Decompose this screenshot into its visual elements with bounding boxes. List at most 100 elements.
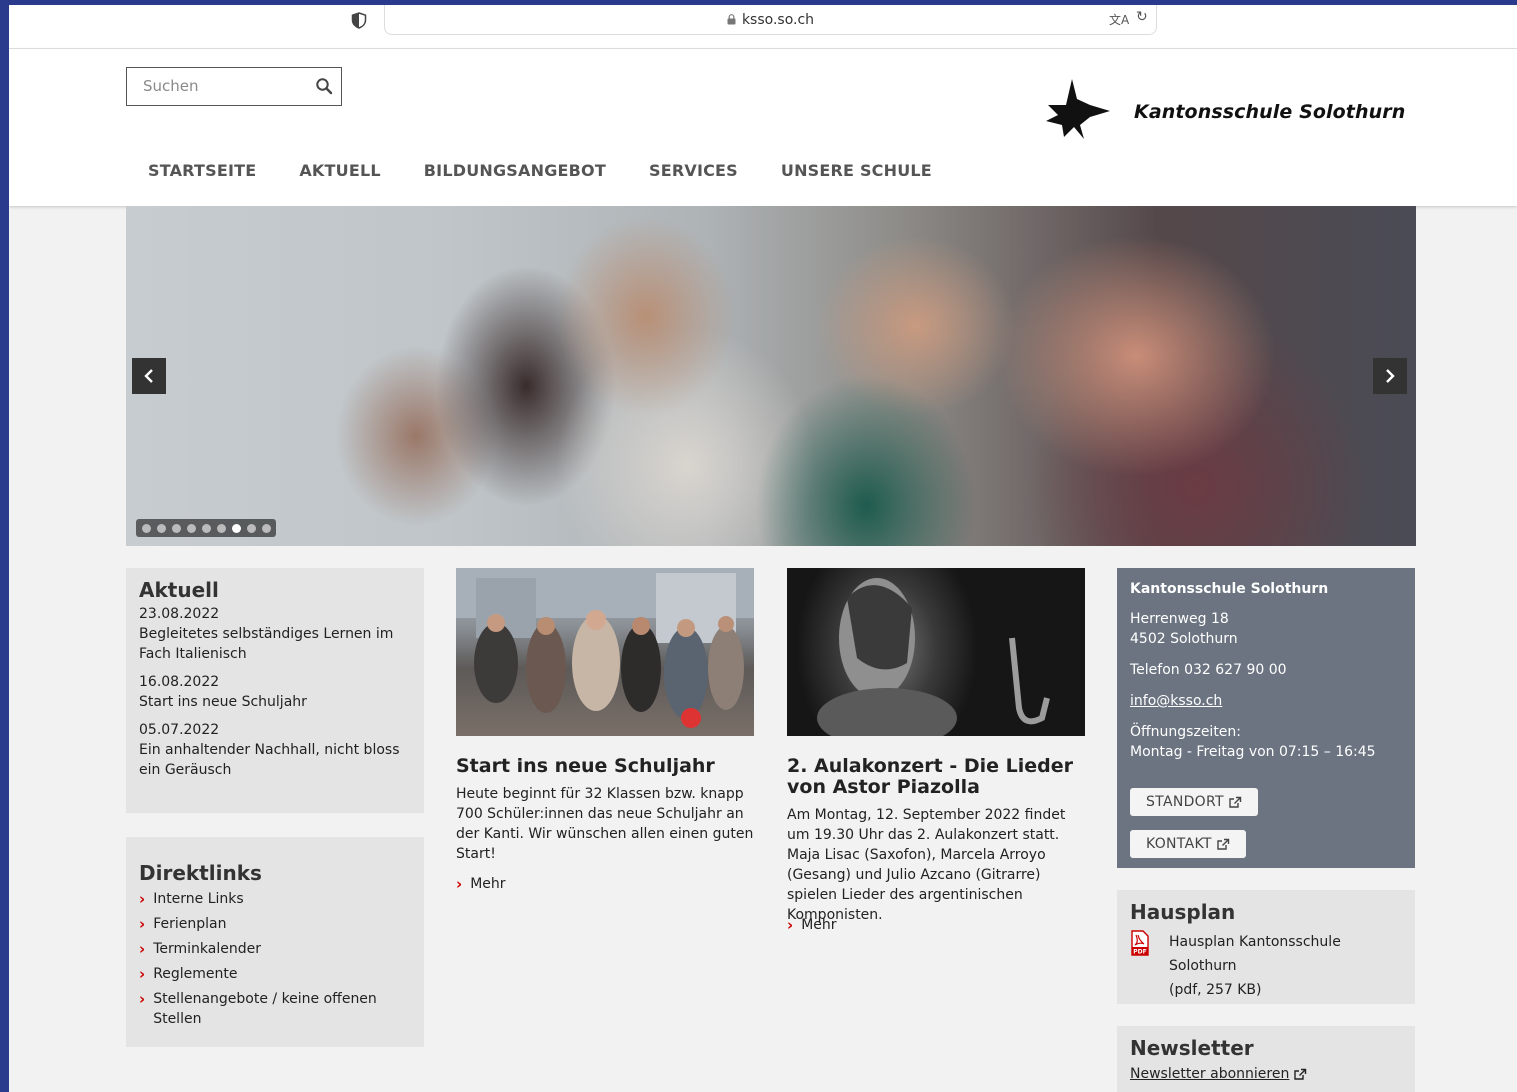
nav-startseite[interactable]: STARTSEITE	[148, 161, 256, 180]
aktuell-title: Aktuell	[139, 578, 219, 602]
students-photo	[456, 568, 754, 728]
site-header: Kantonsschule Solothurn STARTSEITE AKTUE…	[9, 49, 1517, 206]
url-display[interactable]: ksso.so.ch	[385, 12, 1156, 28]
direktlinks-box: Direktlinks › Interne Links › Ferienplan ›…	[126, 837, 424, 1047]
mehr-link-schuljahr[interactable]: › Mehr	[456, 874, 506, 894]
search-box	[126, 67, 342, 106]
school-name[interactable]: Kantonsschule Solothurn	[1134, 101, 1405, 123]
news-link[interactable]: Start ins neue Schuljahr	[139, 692, 411, 712]
nav-unsere-schule[interactable]: UNSERE SCHULE	[781, 161, 932, 180]
slider-dots	[136, 519, 276, 537]
privacy-shield-icon[interactable]	[351, 12, 367, 29]
search-input[interactable]	[143, 77, 293, 95]
hausplan-box: Hausplan PDF Hausplan Kantonsschule Solo…	[1117, 890, 1415, 1004]
slider-dot[interactable]	[142, 523, 151, 533]
slider-dot[interactable]	[172, 523, 181, 533]
nav-bildungsangebot[interactable]: BILDUNGSANGEBOT	[424, 161, 606, 180]
hausplan-link[interactable]: PDF Hausplan Kantonsschule Solothurn (pd…	[1130, 930, 1402, 1002]
mehr-label: Mehr	[470, 876, 506, 892]
kontakt-button[interactable]: KONTAKT	[1130, 830, 1246, 858]
newsletter-link-label: Newsletter abonnieren	[1130, 1066, 1290, 1082]
external-link-icon	[1294, 1068, 1307, 1080]
news-date: 16.08.2022	[139, 674, 220, 690]
slider-dot[interactable]	[262, 523, 271, 533]
opening-hours-label: Öffnungszeiten:	[1130, 724, 1242, 740]
teaser-image-schuljahr[interactable]	[456, 568, 754, 736]
newsletter-box: Newsletter Newsletter abonnieren	[1117, 1026, 1415, 1092]
reload-icon[interactable]: ↻	[1136, 9, 1148, 25]
slider-dot[interactable]	[187, 523, 196, 533]
direktlinks-title: Direktlinks	[139, 861, 262, 885]
browser-toolbar: ksso.so.ch 文A ↻	[9, 5, 1517, 49]
direktlink-reglemente[interactable]: › Reglemente	[139, 964, 411, 984]
external-link-icon	[1229, 796, 1242, 808]
chevron-right-icon: ›	[787, 916, 794, 934]
slider-next-button[interactable]	[1373, 358, 1407, 394]
hausplan-meta: (pdf, 257 KB)	[1169, 982, 1262, 998]
chevron-right-icon: ›	[139, 890, 146, 908]
contact-phone: Telefon 032 627 90 00	[1130, 662, 1287, 678]
pdf-icon: PDF	[1131, 930, 1149, 956]
news-item[interactable]: 16.08.2022 Start ins neue Schuljahr	[139, 672, 411, 712]
slider-dot[interactable]	[247, 523, 256, 533]
browser-window: ksso.so.ch 文A ↻ Kantonsschule Solothurn …	[9, 5, 1517, 1092]
news-link[interactable]: Begleitetes selbständiges Lernen im Fach…	[139, 624, 411, 664]
slider-dot[interactable]	[157, 523, 166, 533]
chevron-right-icon: ›	[456, 875, 463, 893]
teaser-image-aulakonzert[interactable]	[787, 568, 1085, 736]
search-icon[interactable]	[315, 77, 333, 95]
news-item[interactable]: 23.08.2022 Begleitetes selbständiges Ler…	[139, 604, 411, 664]
translate-icon[interactable]: 文A	[1109, 11, 1129, 28]
standort-label: STANDORT	[1146, 794, 1224, 810]
opening-hours: Montag - Freitag von 07:15 – 16:45	[1130, 744, 1376, 760]
chevron-right-icon	[1386, 369, 1395, 383]
chevron-left-icon	[144, 369, 153, 383]
musician-photo	[787, 568, 1085, 736]
mehr-label: Mehr	[801, 917, 837, 933]
slider-dot[interactable]	[217, 523, 226, 533]
direktlink-interne-links[interactable]: › Interne Links	[139, 889, 411, 909]
kontakt-label: KONTAKT	[1146, 836, 1212, 852]
contact-title: Kantonsschule Solothurn	[1130, 581, 1329, 597]
svg-text:PDF: PDF	[1133, 949, 1146, 956]
direktlink-terminkalender[interactable]: › Terminkalender	[139, 939, 411, 959]
nav-services[interactable]: SERVICES	[649, 161, 738, 180]
link-label: Terminkalender	[153, 941, 261, 957]
main-navigation: STARTSEITE AKTUELL BILDUNGSANGEBOT SERVI…	[148, 161, 975, 180]
link-label: Reglemente	[153, 966, 238, 982]
lock-icon	[727, 14, 736, 25]
contact-box: Kantonsschule Solothurn Herrenweg 18 450…	[1117, 568, 1415, 868]
news-item[interactable]: 05.07.2022 Ein anhaltender Nachhall, nic…	[139, 720, 411, 780]
link-label: Stellenangebote / keine offenen Stellen	[153, 991, 377, 1027]
direktlinks-list: › Interne Links › Ferienplan › Terminkalend…	[139, 889, 411, 1029]
standort-button[interactable]: STANDORT	[1130, 788, 1258, 816]
teaser-text-schuljahr: Heute beginnt für 32 Klassen bzw. knapp …	[456, 786, 754, 862]
slider-dot[interactable]	[202, 523, 211, 533]
address-bar[interactable]: ksso.so.ch 文A ↻	[384, 5, 1157, 35]
hero-slider	[126, 206, 1416, 546]
direktlink-stellenangebote[interactable]: › Stellenangebote / keine offenen Stellen	[139, 989, 411, 1029]
slider-dot[interactable]	[232, 523, 241, 533]
contact-city: 4502 Solothurn	[1130, 631, 1238, 647]
external-link-icon	[1217, 838, 1229, 850]
direktlink-ferienplan[interactable]: › Ferienplan	[139, 914, 411, 934]
url-text: ksso.so.ch	[741, 12, 815, 28]
news-link[interactable]: Ein anhaltender Nachhall, nicht bloss ei…	[139, 740, 411, 780]
news-date: 05.07.2022	[139, 722, 220, 738]
mehr-link-aulakonzert[interactable]: › Mehr	[787, 915, 837, 935]
newsletter-link[interactable]: Newsletter abonnieren	[1130, 1064, 1402, 1084]
chevron-right-icon: ›	[139, 915, 146, 933]
contact-email-link[interactable]: info@ksso.ch	[1130, 691, 1402, 711]
teaser-title-aulakonzert[interactable]: 2. Aulakonzert - Die Lieder von Astor Pi…	[787, 756, 1085, 798]
contact-street: Herrenweg 18	[1130, 611, 1229, 627]
nav-aktuell[interactable]: AKTUELL	[299, 161, 380, 180]
teaser-title-schuljahr[interactable]: Start ins neue Schuljahr	[456, 756, 754, 777]
link-label: Ferienplan	[153, 916, 227, 932]
slider-prev-button[interactable]	[132, 358, 166, 394]
chevron-right-icon: ›	[139, 990, 146, 1008]
hausplan-link-label: Hausplan Kantonsschule Solothurn	[1169, 934, 1341, 974]
school-logo[interactable]	[1044, 77, 1116, 149]
hausplan-title: Hausplan	[1130, 900, 1236, 924]
aktuell-box: Aktuell 23.08.2022 Begleitetes selbständ…	[126, 568, 424, 813]
chevron-right-icon: ›	[139, 940, 146, 958]
